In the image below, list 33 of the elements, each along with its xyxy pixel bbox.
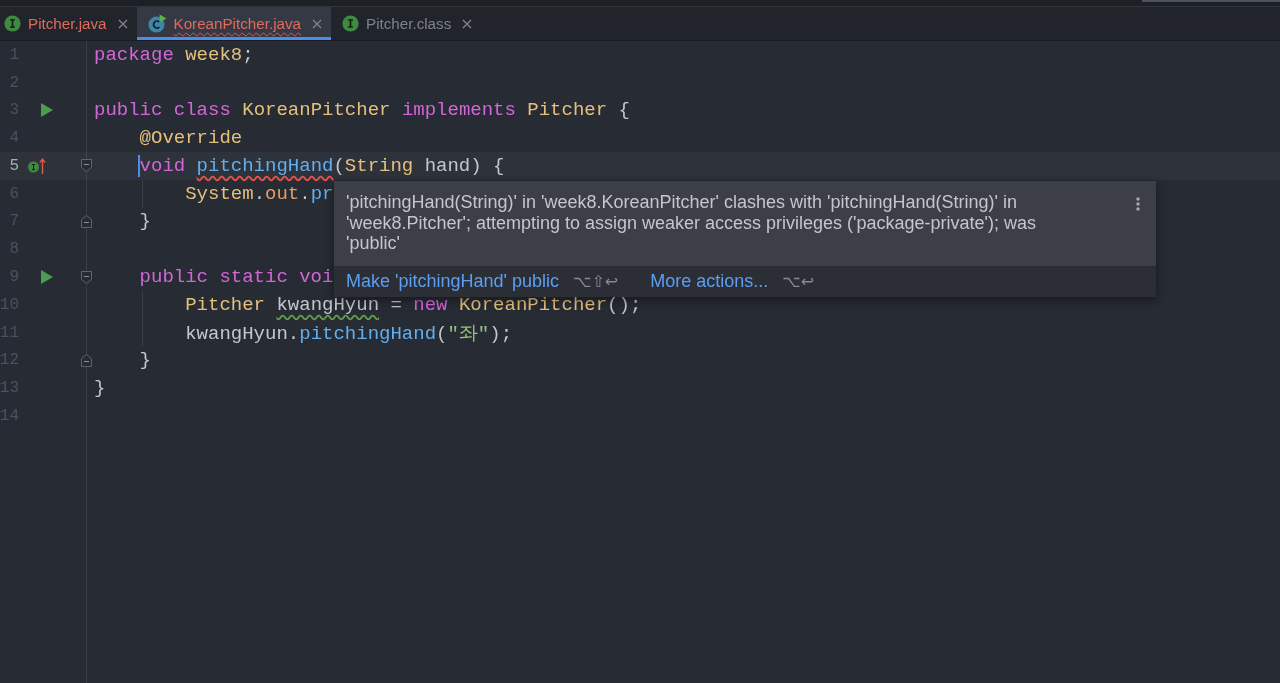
collapse-icon[interactable] <box>80 213 93 229</box>
close-icon[interactable] <box>312 18 322 29</box>
class-icon <box>147 14 167 33</box>
collapse-icon[interactable] <box>80 352 93 368</box>
code-line: public class KoreanPitcher implements Pitcher { <box>94 99 630 122</box>
play-icon[interactable] <box>41 103 53 118</box>
code-line: @Override <box>139 127 243 150</box>
code-line: } <box>139 210 151 233</box>
interface-icon <box>4 15 21 32</box>
collapse-icon[interactable] <box>80 158 93 174</box>
code-line: } <box>139 349 151 372</box>
code-line: Pitcher kwangHyun = new KoreanPitcher(); <box>185 293 642 316</box>
shortcut-hint: ⌥⇧↩ <box>573 272 619 291</box>
more-icon[interactable] <box>1136 197 1140 211</box>
editor-tab[interactable]: KoreanPitcher.java <box>136 7 331 40</box>
interface-icon <box>342 15 359 32</box>
action-link[interactable]: Make 'pitchingHand' public <box>346 271 559 292</box>
code-line: public static voi <box>139 266 334 288</box>
line-number: 5 <box>9 156 20 175</box>
collapse-icon[interactable] <box>80 269 93 285</box>
caret-icon <box>137 154 140 177</box>
action-link[interactable]: More actions... <box>650 271 769 292</box>
code-line: System.out.pr <box>185 182 334 205</box>
close-icon[interactable] <box>117 18 128 29</box>
error-message: 'pitchingHand(String)' in 'week8.KoreanPitcher' clashes with 'pitchingHand(String)' in 'week8.Pitcher'; attempting to assign weaker access privileges ('package-private'); was 'public' <box>346 192 1038 254</box>
code-line: kwangHyun.pitchingHand("좌"); <box>185 321 513 346</box>
interface-arrow-icon[interactable] <box>28 157 47 174</box>
code-line: } <box>94 377 106 400</box>
code-line: void pitchingHand(String hand) { <box>139 154 505 177</box>
code-line: package week8; <box>94 43 254 66</box>
play-icon[interactable] <box>41 270 53 284</box>
shortcut-hint: ⌥↩ <box>782 272 815 291</box>
close-icon[interactable] <box>462 18 473 29</box>
